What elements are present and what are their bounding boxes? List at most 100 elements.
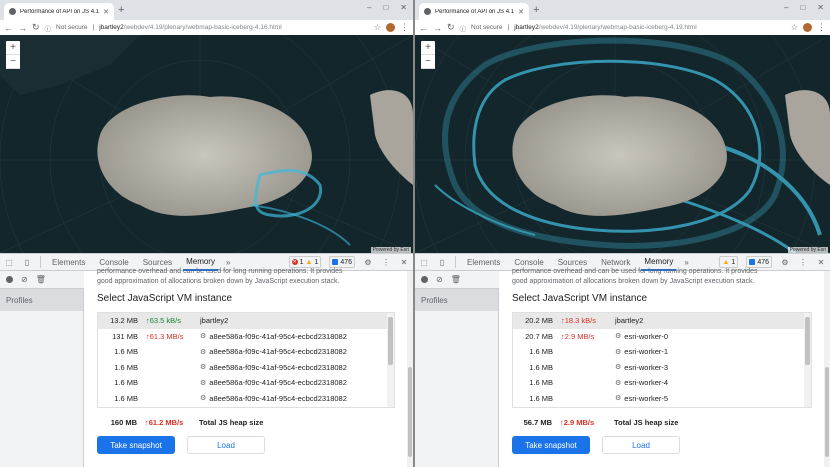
tab-elements[interactable]: Elements (49, 253, 88, 271)
warning-icon: ▲ (305, 258, 313, 266)
worker-icon: ⚙ (200, 364, 207, 372)
minimize-icon[interactable]: – (367, 3, 371, 12)
list-item[interactable]: 1.6 MB ⚙ esri-worker-5 (513, 391, 811, 407)
zoom-in-button[interactable]: + (421, 41, 435, 55)
more-tabs-icon[interactable]: » (226, 258, 230, 267)
vm-heading: Select JavaScript VM instance (512, 293, 648, 304)
zoom-control: + − (421, 41, 435, 69)
new-tab-button[interactable]: + (118, 4, 124, 16)
not-secure-label: Not secure (56, 24, 88, 31)
reload-icon[interactable]: ↻ (32, 22, 40, 33)
avatar[interactable] (803, 23, 812, 32)
back-icon[interactable]: ← (4, 23, 13, 33)
kebab-menu-icon[interactable]: ⋮ (798, 257, 808, 267)
minimize-icon[interactable]: – (784, 3, 788, 12)
close-devtools-icon[interactable]: ✕ (816, 257, 826, 267)
take-snapshot-button[interactable]: Take snapshot (97, 436, 175, 454)
clear-icon[interactable]: ⊘ (436, 275, 443, 284)
load-button[interactable]: Load (602, 436, 680, 454)
list-item[interactable]: 1.6 MB ⚙ esri-worker-1 (513, 344, 811, 360)
list-item[interactable]: 1.6 MB ⚙ esri-worker-3 (513, 360, 811, 376)
browser-window-right: Performance of API on JS 4.19 ✕ + – □ ✕ … (415, 0, 830, 467)
tab-strip: Performance of API on JS 4.16 ✕ + – □ ✕ (0, 0, 413, 20)
list-scrollbar[interactable] (387, 313, 394, 407)
profiles-sidebar: Profiles (0, 289, 84, 467)
zoom-in-button[interactable]: + (6, 41, 20, 55)
error-icon: ✕ (291, 259, 298, 265)
reload-icon[interactable]: ↻ (447, 22, 455, 33)
maximize-icon[interactable]: □ (800, 3, 805, 12)
list-item[interactable]: 20.2 MB ↑18.3 kB/s jbartley2 (513, 313, 811, 329)
menu-icon[interactable]: ⋮ (817, 22, 826, 33)
clear-icon[interactable]: ⊘ (21, 275, 28, 284)
map-view[interactable]: + − Powered by Esri (415, 35, 830, 253)
profiles-label: Profiles (415, 289, 498, 311)
list-item[interactable]: 1.6 MB ⚙ a8ee586a-f09c-41af-95c4-ecbcd231… (98, 360, 394, 376)
map-view[interactable]: + − Powered by Esri (0, 35, 413, 253)
avatar[interactable] (386, 23, 395, 32)
kebab-menu-icon[interactable]: ⋮ (381, 257, 391, 267)
record-icon[interactable] (421, 276, 428, 283)
warning-icon: ▲ (722, 258, 730, 266)
worker-icon: ⚙ (200, 379, 207, 387)
bookmark-star-icon[interactable]: ☆ (374, 23, 381, 32)
maximize-icon[interactable]: □ (383, 3, 388, 12)
antarctica-map (415, 35, 830, 253)
inspect-icon[interactable]: ⬚ (419, 257, 429, 267)
memory-panel: performance overhead and can be used for… (85, 268, 407, 467)
total-heap-row: 56.7 MB ↑2.9 MB/s Total JS heap size (523, 417, 679, 427)
vm-instance-list: 13.2 MB ↑63.5 kB/s jbartley2 131 MB ↑61.… (97, 312, 395, 408)
zoom-out-button[interactable]: − (6, 55, 20, 69)
trash-icon[interactable]: 🗑 (451, 275, 461, 284)
url-path: /webdev/4.19/plenary/webmap-basic-iceber… (123, 24, 282, 31)
bookmark-star-icon[interactable]: ☆ (791, 23, 798, 32)
back-icon[interactable]: ← (419, 23, 428, 33)
trash-icon[interactable]: 🗑 (36, 275, 46, 284)
memory-panel: performance overhead and can be used for… (500, 268, 824, 467)
zoom-out-button[interactable]: − (421, 55, 435, 69)
take-snapshot-button[interactable]: Take snapshot (512, 436, 590, 454)
browser-tab[interactable]: Performance of API on JS 4.19 ✕ (419, 3, 529, 20)
forward-icon[interactable]: → (433, 23, 442, 33)
list-item[interactable]: 1.6 MB ⚙ a8ee586a-f09c-41af-95c4-ecbcd231… (98, 375, 394, 391)
list-item[interactable]: 131 MB ↑61.3 MB/s ⚙ a8ee586a-f09c-41af-95… (98, 329, 394, 345)
tab-elements[interactable]: Elements (464, 253, 503, 271)
close-window-icon[interactable]: ✕ (400, 3, 407, 12)
list-item[interactable]: 1.6 MB ⚙ a8ee586a-f09c-41af-95c4-ecbcd231… (98, 344, 394, 360)
menu-icon[interactable]: ⋮ (400, 22, 409, 33)
close-window-icon[interactable]: ✕ (817, 3, 824, 12)
new-tab-button[interactable]: + (533, 4, 539, 16)
close-tab-icon[interactable]: ✕ (518, 8, 524, 16)
panel-scrollbar[interactable] (824, 271, 830, 467)
info-icon[interactable]: ⓘ (45, 23, 52, 33)
load-button[interactable]: Load (187, 436, 265, 454)
inspect-icon[interactable]: ⬚ (4, 257, 14, 267)
url-text: jbartley2/webdev/4.19/plenary/webmap-bas… (99, 24, 281, 31)
browser-tab[interactable]: Performance of API on JS 4.16 ✕ (4, 3, 114, 20)
address-bar[interactable]: ⓘ Not secure | jbartley2/webdev/4.19/ple… (45, 22, 369, 33)
list-item[interactable]: 20.7 MB ↑2.9 MB/s ⚙ esri-worker-0 (513, 329, 811, 345)
device-toggle-icon[interactable]: ▯ (437, 257, 447, 267)
settings-gear-icon[interactable]: ⚙ (780, 257, 790, 267)
worker-icon: ⚙ (200, 395, 207, 403)
worker-icon: ⚙ (200, 333, 207, 341)
message-icon (749, 259, 756, 265)
action-buttons: Take snapshot Load (512, 436, 812, 454)
close-devtools-icon[interactable]: ✕ (399, 257, 409, 267)
more-tabs-icon[interactable]: » (684, 258, 688, 267)
tab-strip: Performance of API on JS 4.19 ✕ + – □ ✕ (415, 0, 830, 20)
worker-icon: ⚙ (615, 379, 622, 387)
address-bar[interactable]: ⓘ Not secure | jbartley2/webdev/4.19/ple… (460, 22, 786, 33)
list-item[interactable]: 1.6 MB ⚙ esri-worker-4 (513, 375, 811, 391)
list-scrollbar[interactable] (804, 313, 811, 407)
url-host: jbartley2 (99, 24, 124, 31)
info-icon[interactable]: ⓘ (460, 23, 467, 33)
settings-gear-icon[interactable]: ⚙ (363, 257, 373, 267)
forward-icon[interactable]: → (18, 23, 27, 33)
record-icon[interactable] (6, 276, 13, 283)
device-toggle-icon[interactable]: ▯ (22, 257, 32, 267)
memory-toolbar: ⊘ 🗑 (415, 271, 499, 289)
list-item[interactable]: 13.2 MB ↑63.5 kB/s jbartley2 (98, 313, 394, 329)
close-tab-icon[interactable]: ✕ (103, 8, 109, 16)
list-item[interactable]: 1.6 MB ⚙ a8ee586a-f09c-41af-95c4-ecbcd231… (98, 391, 394, 407)
